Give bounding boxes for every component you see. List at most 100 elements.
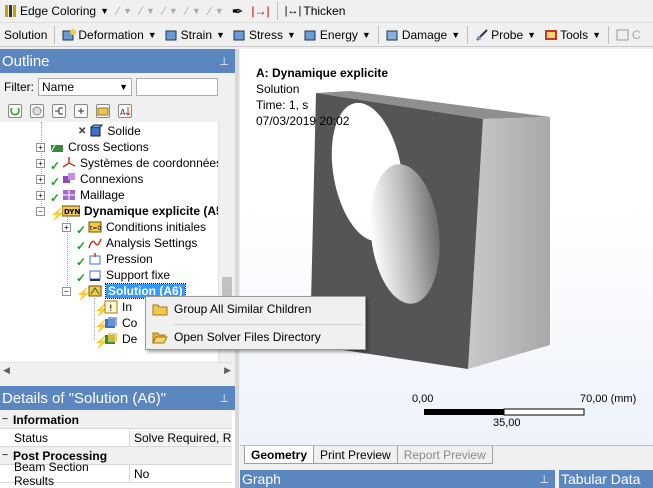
filter-type-select[interactable]: Name ▼	[38, 78, 132, 96]
tree-node-dynamique-explicite[interactable]: ⚡ DYN Dynamique explicite (A5	[50, 203, 218, 221]
tree-node-maillage[interactable]: ✓ Maillage	[50, 187, 125, 205]
refresh-icon[interactable]	[8, 104, 22, 118]
tree-toolbar: A	[0, 100, 235, 122]
tree-node-solide[interactable]: ✕ Solide	[78, 123, 141, 139]
tab-report-preview[interactable]: Report Preview	[396, 446, 493, 464]
details-panel-header: Details of "Solution (A6)" ⊥	[0, 386, 235, 410]
tree-node-solution-child-2[interactable]: ⚡ Co	[94, 315, 138, 333]
edge-tool-button[interactable]: ✒	[228, 1, 248, 21]
tree-node-coordinate-systems[interactable]: ✓ Systèmes de coordonnées	[50, 155, 218, 173]
stress-menu[interactable]: Stress ▼	[229, 25, 300, 45]
details-grid: − Information Status Solve Required, R..…	[0, 411, 235, 488]
tree-node-solution-child-3[interactable]: ⚡ De	[94, 331, 137, 349]
svg-text:A: A	[120, 108, 126, 117]
menu-item-open-solver-files-directory[interactable]: Open Solver Files Directory	[148, 326, 363, 348]
open-folder-icon	[152, 330, 168, 344]
chevron-down-icon: ▼	[100, 6, 109, 16]
expand-icon[interactable]: +	[36, 143, 45, 152]
scale-bar-white	[503, 408, 585, 416]
tree-node-label: Connexions	[80, 172, 144, 186]
tree-node-label: Co	[122, 316, 138, 330]
folder-icon[interactable]	[96, 104, 110, 118]
scale-mid-label: 35,00	[493, 417, 521, 429]
section-label: Information	[13, 412, 79, 427]
edge-display-button-1[interactable]: ⁄ ▼	[113, 1, 136, 21]
tab-geometry[interactable]: Geometry	[244, 446, 315, 464]
edge-display-button-2[interactable]: ⁄ ▼	[136, 1, 159, 21]
collapse-icon[interactable]: −	[0, 450, 10, 461]
suppress-icon[interactable]	[30, 104, 44, 118]
pin-icon[interactable]: ⊥	[219, 55, 229, 68]
collapse-icon[interactable]: −	[62, 287, 71, 296]
damage-menu[interactable]: Damage ▼	[382, 25, 464, 45]
filter-input[interactable]	[136, 78, 218, 96]
edge-display-button-5[interactable]: ⁄ ▼	[205, 1, 228, 21]
cross-sections-icon	[50, 140, 64, 154]
toolbar-divider	[377, 25, 379, 44]
edge-line-icon: ⁄	[185, 4, 188, 18]
viewport-legend: A: Dynamique explicite Solution Time: 1,…	[256, 65, 388, 129]
filter-label: Filter:	[4, 80, 34, 94]
details-row-beam-section-results[interactable]: Beam Section Results No	[0, 460, 232, 488]
menu-item-group-all-similar-children[interactable]: Group All Similar Children	[148, 298, 363, 320]
thicken-toggle-button[interactable]: |→|	[247, 1, 273, 21]
chevron-down-icon: ▼	[168, 6, 178, 16]
tab-print-preview[interactable]: Print Preview	[313, 446, 398, 464]
collapse-icon[interactable]: −	[36, 207, 45, 216]
edge-display-button-3[interactable]: ⁄ ▼	[159, 1, 182, 21]
strain-label: Strain	[180, 27, 213, 42]
scroll-left-icon[interactable]: ◀	[3, 365, 10, 376]
probe-menu[interactable]: Probe ▼	[471, 25, 540, 45]
result-icon	[104, 332, 118, 346]
scale-min-label: 0,00	[412, 393, 434, 405]
panel-splitter[interactable]	[235, 49, 239, 488]
tree-node-label: Support fixe	[106, 268, 171, 282]
expand-icon[interactable]: +	[36, 159, 45, 168]
stress-icon	[233, 28, 247, 42]
cross-mark-icon: ✕	[78, 125, 87, 137]
menu-separator	[174, 324, 362, 325]
tree-node-pression[interactable]: ✓ Pression	[76, 251, 153, 269]
result-time: Time: 1, s	[256, 98, 309, 112]
commands-button[interactable]: C	[612, 25, 645, 45]
expand-all-icon[interactable]	[74, 104, 88, 118]
commands-icon	[616, 28, 630, 42]
coordinate-system-icon	[62, 156, 76, 170]
property-label: Beam Section Results	[0, 460, 130, 488]
toolbar-divider	[608, 25, 610, 44]
edge-display-button-4[interactable]: ⁄ ▼	[182, 1, 205, 21]
graphics-viewport[interactable]: A: Dynamique explicite Solution Time: 1,…	[240, 49, 653, 445]
filter-type-value: Name	[42, 80, 75, 94]
sort-az-icon[interactable]: A	[118, 104, 132, 118]
tree-node-connexions[interactable]: ✓ Connexions	[50, 171, 144, 189]
energy-menu[interactable]: Energy ▼	[300, 25, 375, 45]
tree-node-support-fixe[interactable]: ✓ Support fixe	[76, 267, 171, 285]
edge-coloring-label: Edge Coloring	[20, 4, 97, 18]
expand-icon[interactable]: +	[62, 223, 71, 232]
connections-icon	[62, 172, 76, 186]
details-section-information[interactable]: − Information	[0, 411, 232, 429]
expand-icon[interactable]: +	[36, 191, 45, 200]
tools-menu[interactable]: Tools ▼	[540, 25, 605, 45]
tree-node-solution-child-1[interactable]: ⚡ ! In	[94, 299, 132, 317]
strain-menu[interactable]: Strain ▼	[161, 25, 229, 45]
tree-node-conditions-initiales[interactable]: ✓ t=0 Conditions initiales	[76, 219, 206, 237]
pin-icon[interactable]: ⊥	[219, 392, 229, 405]
outline-horizontal-scrollbar[interactable]: ◀ ▶	[0, 362, 234, 378]
thicken-button[interactable]: |↔| Thicken	[281, 1, 350, 21]
tree-branch-icon[interactable]	[52, 104, 66, 118]
tree-node-label: Cross Sections	[68, 140, 149, 154]
tree-node-analysis-settings[interactable]: ✓ Analysis Settings	[76, 235, 197, 253]
expand-icon[interactable]: +	[36, 175, 45, 184]
tools-label: Tools	[560, 27, 589, 42]
pin-icon[interactable]: ⊥	[539, 473, 549, 486]
viewport-tabs: Geometry Print Preview Report Preview	[240, 445, 653, 464]
deformation-menu[interactable]: Deformation ▼	[58, 25, 160, 45]
collapse-icon[interactable]: −	[0, 414, 10, 425]
result-date: 07/03/2019 20:02	[256, 114, 350, 128]
toolbar-divider	[276, 2, 278, 20]
property-value[interactable]: No	[130, 467, 232, 481]
tree-node-cross-sections[interactable]: Cross Sections	[50, 139, 149, 155]
edge-coloring-button[interactable]: Edge Coloring ▼	[0, 1, 113, 21]
scroll-right-icon[interactable]: ▶	[224, 365, 231, 376]
